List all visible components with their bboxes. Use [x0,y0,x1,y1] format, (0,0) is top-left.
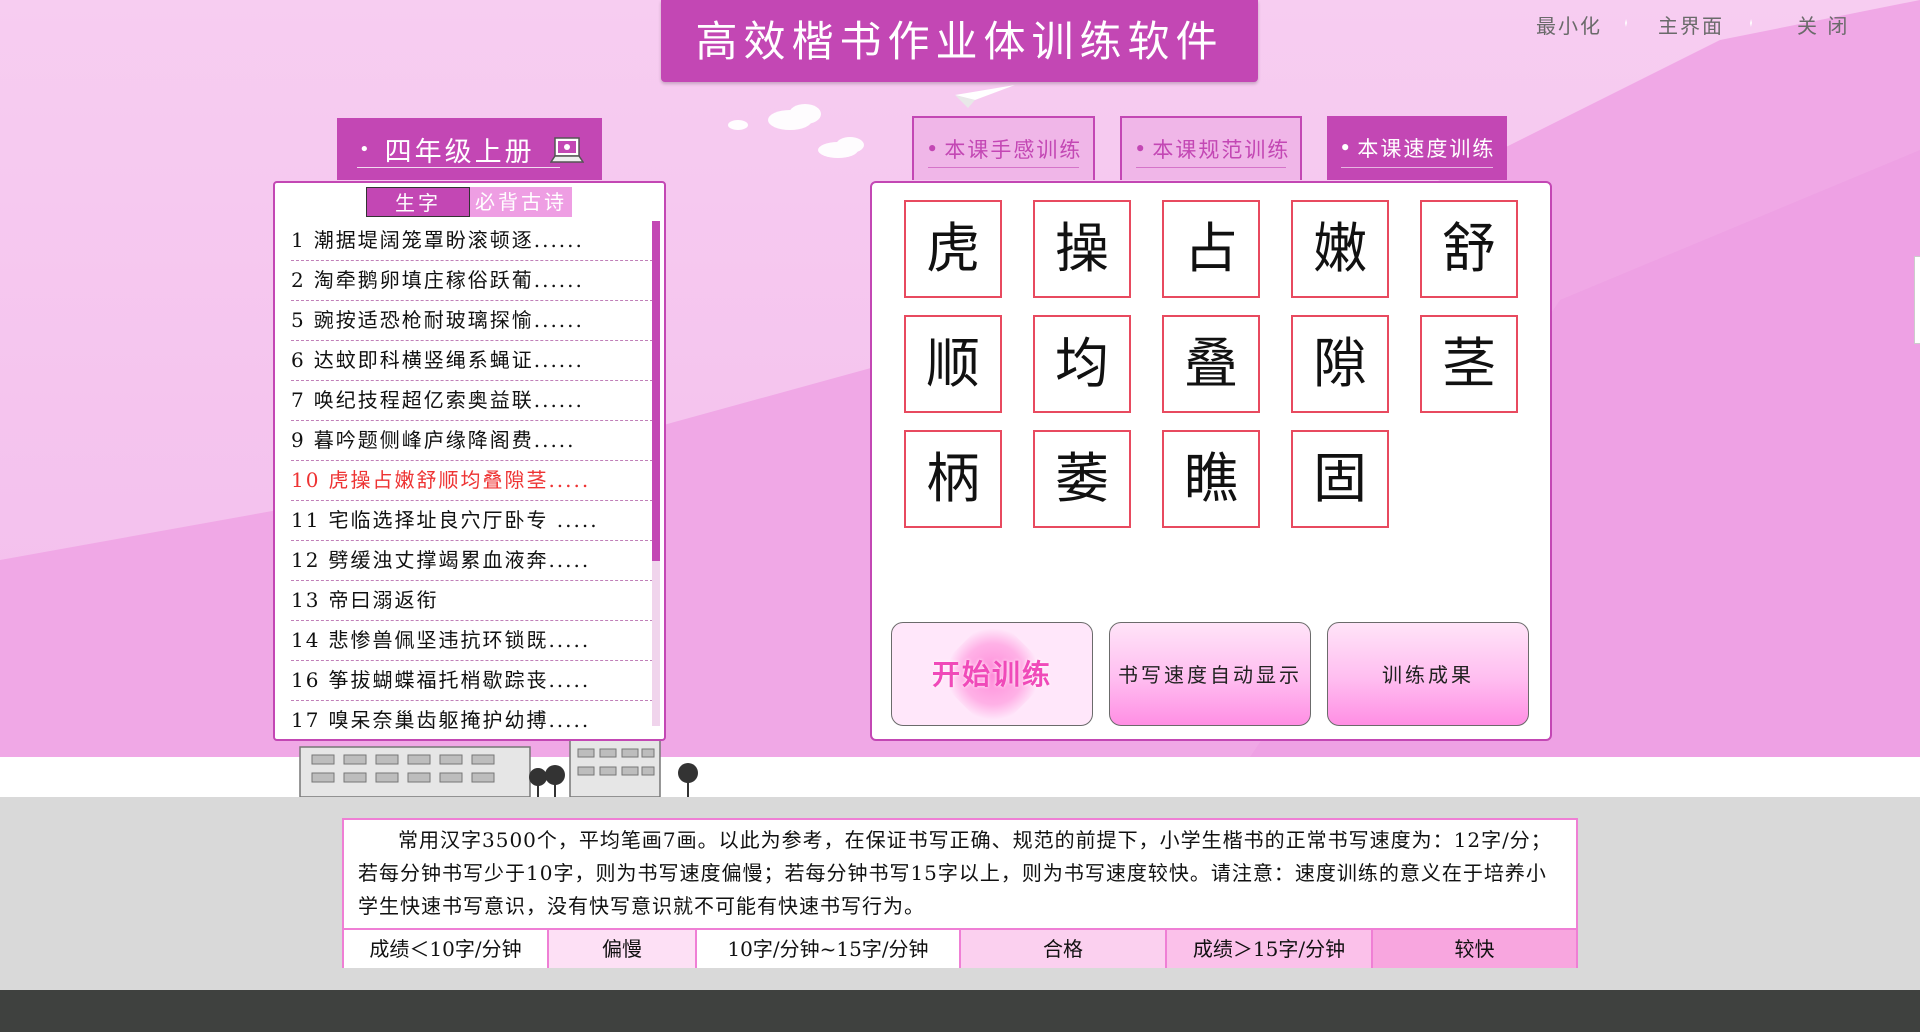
divider [1750,4,1752,42]
divider [1625,4,1627,42]
character-cell[interactable]: 茎 [1420,315,1518,413]
lesson-number: 7 [291,388,306,412]
tab-label: 本课规范训练 [1152,138,1291,162]
score-range-slow: 成绩＜10字/分钟 [344,930,549,968]
character-cell[interactable]: 虎 [904,200,1002,298]
tab-speed-training[interactable]: • 本课速度训练 [1327,116,1507,180]
taskbar-strip [0,990,1920,1032]
speed-display-button[interactable]: 书写速度自动显示 [1109,622,1311,726]
lesson-item[interactable]: 12 劈缓浊丈撑竭累血液奔..... [291,541,653,581]
lesson-characters: 达蚊即科横竖绳系蝇证...... [313,348,584,372]
start-training-button[interactable]: 开始训练 [891,622,1093,726]
lesson-characters: 帝曰溺返衔 [328,588,439,612]
lesson-number: 13 [291,588,321,612]
lesson-characters: 唤纪技程超亿索奥益联...... [313,388,584,412]
bullet: • [1134,137,1149,161]
speed-info-box: 常用汉字3500个，平均笔画7画。以此为参考，在保证书写正确、规范的前提下，小学… [342,818,1578,968]
bullet: • [1339,136,1354,160]
speed-info-text: 常用汉字3500个，平均笔画7画。以此为参考，在保证书写正确、规范的前提下，小学… [358,828,1552,918]
scrollbar-thumb[interactable] [652,221,660,561]
minimize-button[interactable]: 最小化 [1536,10,1602,39]
lesson-characters: 豌按适恐枪耐玻璃探愉...... [313,308,584,332]
lesson-characters: 悲惨兽佩坚违抗环锁既..... [328,628,591,652]
lesson-characters: 嗅呆奈巢齿躯掩护幼搏..... [328,708,591,732]
lesson-item[interactable]: 1 潮据堤阔笼罩盼滚顿逐...... [291,221,653,261]
lesson-item[interactable]: 6 达蚊即科横竖绳系蝇证...... [291,341,653,381]
lesson-number: 16 [291,668,321,692]
lesson-characters: 劈缓浊丈撑竭累血液奔..... [328,548,591,572]
lesson-number: 1 [291,228,306,252]
lesson-number: 12 [291,548,321,572]
character-cell[interactable]: 操 [1033,200,1131,298]
tab-new-characters[interactable]: 生字 [366,187,470,217]
bullet: • [926,137,941,161]
score-label-pass: 合格 [961,930,1167,968]
side-handle[interactable] [1914,256,1920,344]
score-range-pass: 10字/分钟~15字/分钟 [697,930,961,968]
lesson-item[interactable]: 17 嗅呆奈巢齿躯掩护幼搏..... [291,701,653,739]
divider [928,167,1079,168]
lesson-item[interactable]: 14 悲惨兽佩坚违抗环锁既..... [291,621,653,661]
character-cell[interactable]: 舒 [1420,200,1518,298]
lesson-number: 17 [291,708,321,732]
character-cell[interactable]: 占 [1162,200,1260,298]
score-table: 成绩＜10字/分钟 偏慢 10字/分钟~15字/分钟 合格 成绩＞15字/分钟 … [344,928,1576,968]
results-button[interactable]: 训练成果 [1327,622,1529,726]
laptop-icon [550,137,584,163]
score-label-slow: 偏慢 [549,930,697,968]
score-range-fast: 成绩＞15字/分钟 [1167,930,1373,968]
lesson-characters: 筝拔蝴蝶福托梢歇踪丧..... [328,668,591,692]
lesson-item[interactable]: 11 宅临选择址良穴厅卧专 ..... [291,501,653,541]
score-label-fast: 较快 [1373,930,1576,968]
character-cell[interactable]: 隙 [1291,315,1389,413]
tab-feel-training[interactable]: • 本课手感训练 [912,116,1095,180]
tab-poems[interactable]: 必背古诗 [470,187,572,217]
lesson-characters: 淘牵鹅卵填庄稼俗跃葡...... [313,268,584,292]
lesson-item[interactable]: 9 暮吟题侧峰庐缘降阁费..... [291,421,653,461]
divider [1341,167,1493,168]
lesson-item[interactable]: 2 淘牵鹅卵填庄稼俗跃葡...... [291,261,653,301]
lesson-item[interactable]: 5 豌按适恐枪耐玻璃探愉...... [291,301,653,341]
lesson-characters: 潮据堤阔笼罩盼滚顿逐...... [313,228,584,252]
character-cell[interactable]: 固 [1291,430,1389,528]
buildings-illustration [299,739,698,797]
lesson-item[interactable]: 16 筝拔蝴蝶福托梢歇踪丧..... [291,661,653,701]
app-title: 高效楷书作业体训练软件 [661,0,1258,82]
start-label: 开始训练 [931,658,1052,691]
divider [357,167,560,168]
lesson-number: 11 [291,508,321,532]
lesson-panel: 生字 必背古诗 1 潮据堤阔笼罩盼滚顿逐...... 2 淘牵鹅卵填庄稼俗跃葡....… [273,181,666,741]
bullet: • [359,138,373,160]
character-cell[interactable]: 柄 [904,430,1002,528]
lesson-number: 2 [291,268,306,292]
lesson-number: 10 [291,468,321,492]
character-cell[interactable]: 嫩 [1291,200,1389,298]
lesson-number: 14 [291,628,321,652]
lesson-characters: 暮吟题侧峰庐缘降阁费..... [313,428,576,452]
divider [1136,167,1286,168]
lesson-number: 9 [291,428,306,452]
close-button[interactable]: 关 闭 [1797,10,1849,39]
lesson-characters: 宅临选择址良穴厅卧专 ..... [328,508,599,532]
lesson-item[interactable]: 10 虎操占嫩舒顺均叠隙茎..... [291,461,653,501]
lesson-item[interactable]: 7 唤纪技程超亿索奥益联...... [291,381,653,421]
character-cell[interactable]: 瞧 [1162,430,1260,528]
home-button[interactable]: 主界面 [1658,10,1724,39]
tab-label: 本课速度训练 [1357,137,1496,161]
tab-label: 本课手感训练 [944,138,1083,162]
lesson-characters: 虎操占嫩舒顺均叠隙茎..... [328,468,591,492]
character-cell[interactable]: 叠 [1162,315,1260,413]
tab-norm-training[interactable]: • 本课规范训练 [1120,116,1302,180]
character-cell[interactable]: 萎 [1033,430,1131,528]
character-cell[interactable]: 均 [1033,315,1131,413]
grade-label: 四年级上册 [384,136,535,168]
lesson-list: 1 潮据堤阔笼罩盼滚顿逐...... 2 淘牵鹅卵填庄稼俗跃葡...... 5 豌按适恐枪… [291,221,653,739]
grade-selector[interactable]: • 四年级上册 [337,118,602,180]
lesson-item[interactable]: 13 帝曰溺返衔 [291,581,653,621]
character-cell[interactable]: 顺 [904,315,1002,413]
lesson-number: 5 [291,308,306,332]
background-band [0,757,1920,797]
lesson-number: 6 [291,348,306,372]
